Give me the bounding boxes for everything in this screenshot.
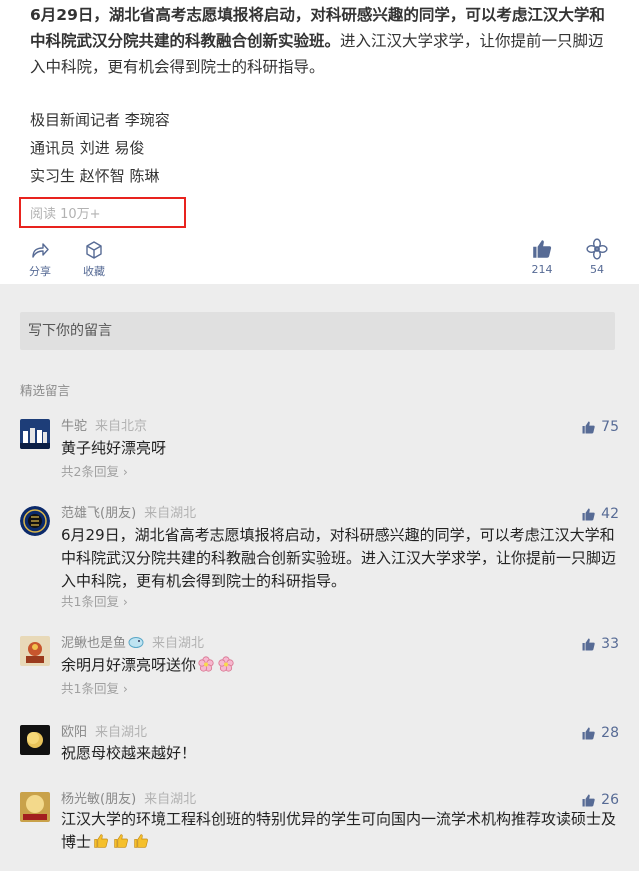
flower-icon [586, 238, 608, 260]
article-lead: 6月29日，湖北省高考志愿填报将启动，对科研感兴趣的同学，可以考虑江汉大学和中科… [30, 2, 615, 80]
comment-text: 6月29日，湖北省高考志愿填报将启动，对科研感兴趣的同学，可以考虑江汉大学和中科… [61, 526, 617, 590]
thumbs-up-icon [582, 421, 595, 433]
comment-like-count: 28 [601, 725, 619, 741]
comment-location: 来自湖北 [152, 636, 205, 651]
fish-emoji-icon [128, 637, 144, 648]
comment-replies-link[interactable]: 共2条回复 › [61, 461, 128, 480]
comment-like-button[interactable]: 42 [581, 506, 619, 522]
comment-nickname[interactable]: 欧阳 [61, 725, 87, 740]
thumbs-up-emoji-icon [94, 834, 108, 848]
comment-header: 杨光敏(朋友) 来自湖北 [61, 792, 196, 808]
avatar[interactable] [20, 725, 50, 755]
comment-replies-link[interactable]: 共1条回复 › [61, 591, 128, 610]
comment-location: 来自湖北 [144, 792, 197, 807]
article-body: 6月29日，湖北省高考志愿填报将启动，对科研感兴趣的同学，可以考虑江汉大学和中科… [0, 0, 639, 284]
favorite-label: 收藏 [83, 265, 105, 278]
comment-text: 祝愿母校越来越好！ [61, 744, 197, 762]
favorite-button[interactable]: 收藏 [83, 240, 105, 279]
thumbs-up-icon [582, 727, 595, 739]
credit-reporter: 极目新闻记者 李琬容 [30, 111, 170, 129]
thumbs-up-emoji-icon [114, 834, 128, 848]
thumbs-up-icon [582, 508, 595, 520]
comment-location: 来自湖北 [144, 506, 197, 521]
thumbs-up-emoji-icon [134, 834, 148, 848]
avatar[interactable] [20, 419, 50, 449]
avatar[interactable] [20, 506, 50, 536]
comment-like-button[interactable]: 33 [581, 636, 619, 652]
comment-input[interactable]: 写下你的留言 [20, 312, 615, 350]
comment-text: 黄子纯好漂亮呀 [61, 439, 167, 457]
cube-icon [86, 241, 102, 259]
share-icon [32, 243, 49, 258]
comment-replies-label: 共2条回复 [61, 464, 119, 479]
avatar[interactable] [20, 636, 50, 666]
chevron-right-icon: › [118, 594, 128, 609]
comment-replies-link[interactable]: 共1条回复 › [61, 678, 128, 697]
comment-text: 江汉大学的环境工程科创班的特别优异的学生可向国内一流学术机构推荐攻读硕士及博士 [61, 808, 617, 854]
comment-nickname[interactable]: 牛驼 [61, 419, 87, 434]
thumbs-up-icon [582, 638, 595, 650]
comment-like-count: 26 [601, 792, 619, 808]
comment-header: 牛驼 来自北京 [61, 419, 147, 435]
credit-correspondent: 通讯员 刘进 易俊 [30, 139, 145, 157]
credit-intern: 实习生 赵怀智 陈琳 [30, 167, 160, 185]
comment-header: 欧阳 来自湖北 [61, 725, 147, 741]
comment-nickname[interactable]: 范雄飞(朋友) [61, 506, 136, 521]
avatar[interactable] [20, 792, 50, 822]
wow-button[interactable]: 54 [586, 238, 608, 276]
comment-like-count: 33 [601, 636, 619, 652]
comment-like-button[interactable]: 26 [581, 792, 619, 808]
comment-like-button[interactable]: 75 [581, 419, 619, 435]
comment-like-button[interactable]: 28 [581, 725, 619, 741]
comment-replies-label: 共1条回复 [61, 681, 119, 696]
comment-nickname[interactable]: 泥鳅也是鱼 [61, 636, 126, 651]
comment-header: 范雄飞(朋友) 来自湖北 [61, 506, 196, 522]
like-button[interactable]: 214 [531, 238, 553, 276]
share-button[interactable]: 分享 [29, 240, 51, 279]
comment-header: 泥鳅也是鱼 来自湖北 [61, 636, 204, 652]
comment-like-count: 75 [601, 419, 619, 435]
comment-replies-label: 共1条回复 [61, 594, 119, 609]
thumbs-up-icon [533, 240, 552, 258]
flower-emoji-icon [198, 656, 214, 672]
comment-location: 来自北京 [95, 419, 148, 434]
like-count: 214 [531, 263, 553, 276]
featured-comments-title: 精选留言 [20, 383, 71, 398]
comment-like-count: 42 [601, 506, 619, 522]
wow-count: 54 [590, 263, 604, 276]
comment-text-content: 余明月好漂亮呀送你 [61, 656, 197, 674]
comment-text: 余明月好漂亮呀送你 [61, 654, 617, 677]
read-count-highlight [19, 197, 186, 228]
comment-nickname[interactable]: 杨光敏(朋友) [61, 792, 136, 807]
flower-emoji-icon [218, 656, 234, 672]
comment-location: 来自湖北 [95, 725, 148, 740]
share-label: 分享 [29, 265, 51, 278]
thumbs-up-icon [582, 794, 595, 806]
chevron-right-icon: › [118, 681, 128, 696]
chevron-right-icon: › [118, 464, 128, 479]
